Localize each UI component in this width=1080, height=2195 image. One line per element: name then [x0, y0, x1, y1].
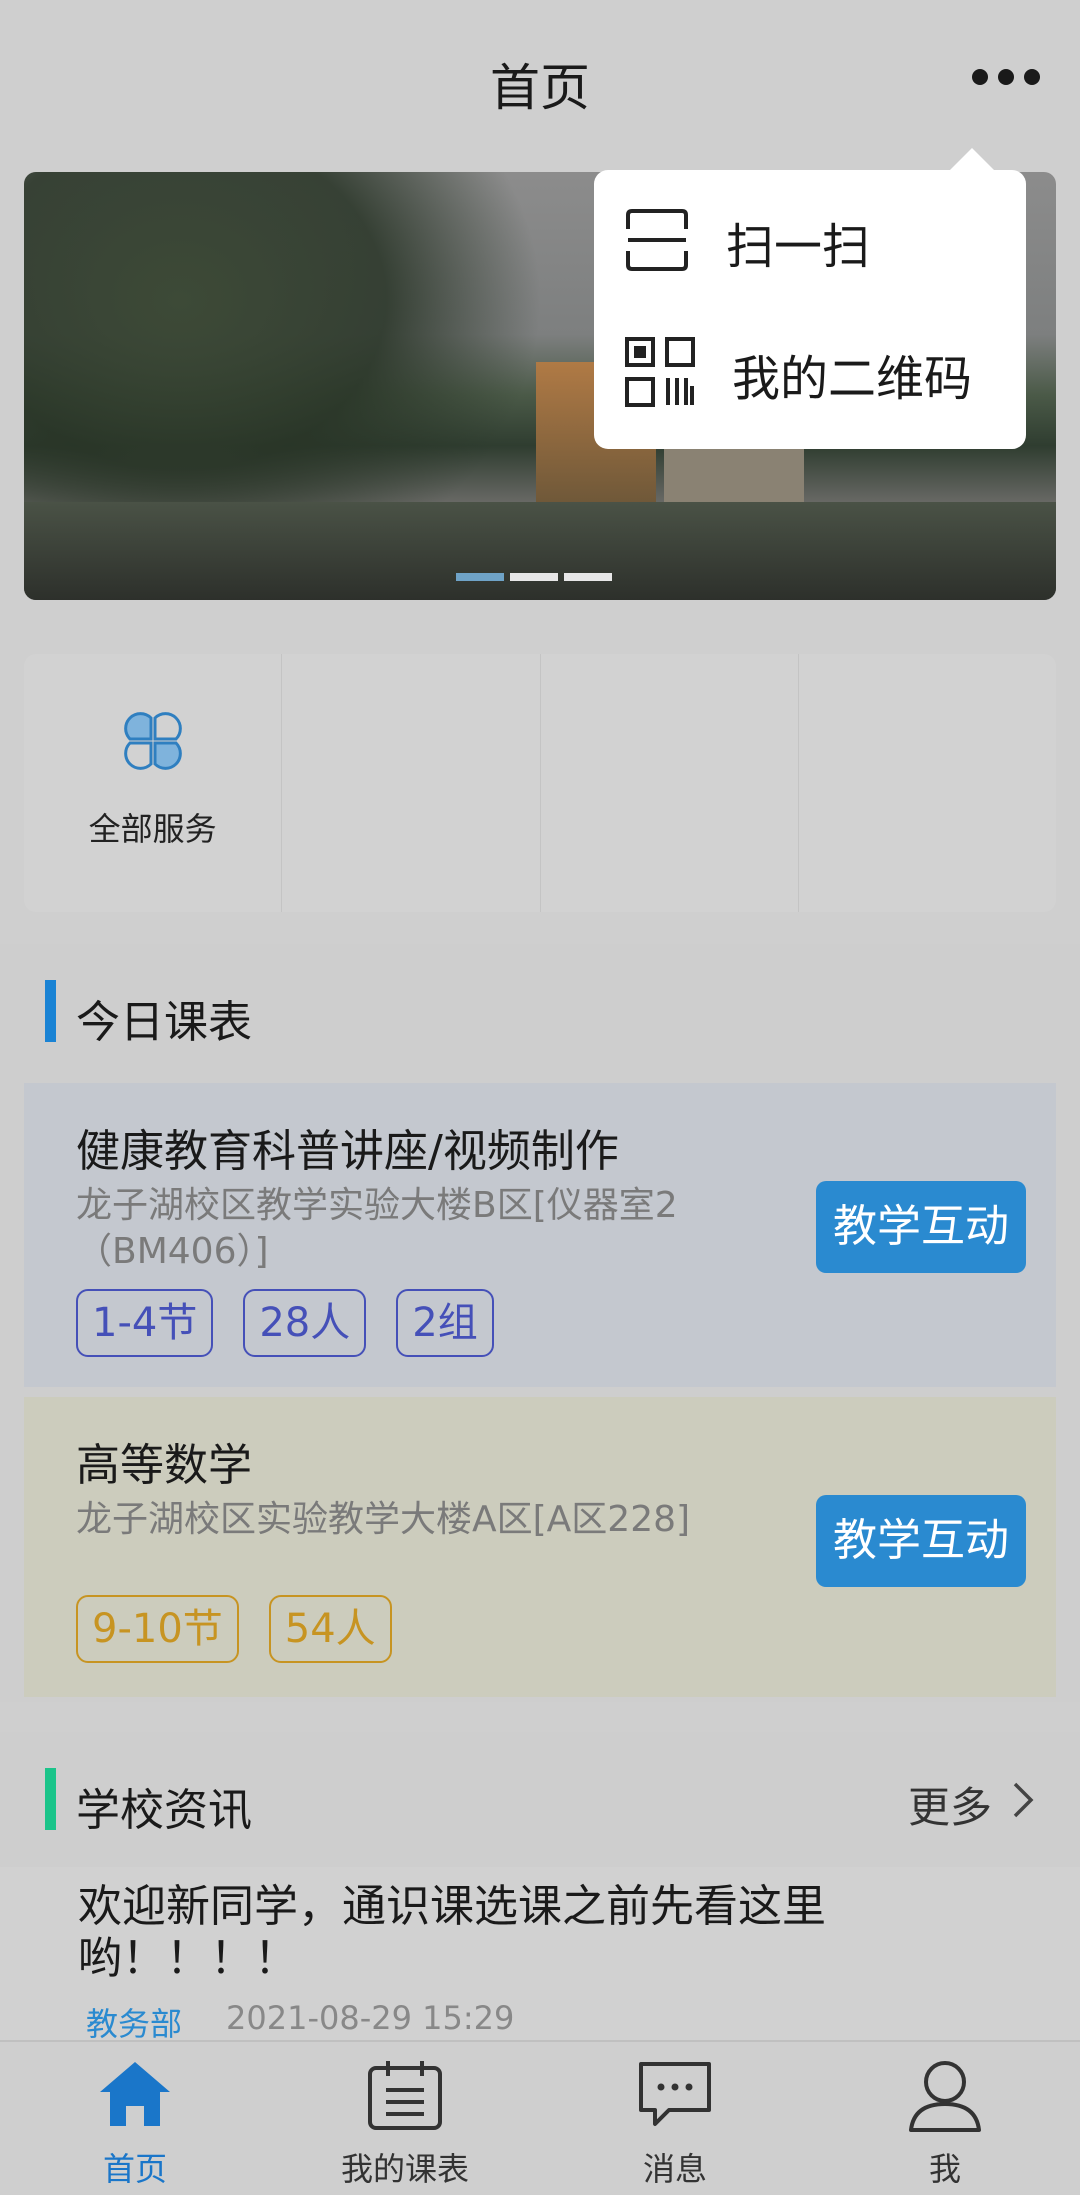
carousel-dot-2[interactable]	[510, 573, 558, 581]
news-more-link[interactable]: 更多	[908, 1774, 1034, 1835]
course-name: 高等数学	[76, 1440, 252, 1491]
tab-home[interactable]: 首页	[0, 2042, 270, 2195]
course-students-tag: 28人	[243, 1289, 367, 1357]
menu-item-scan-label: 扫一扫	[726, 219, 871, 275]
school-news-header: 学校资讯 更多	[0, 1768, 1080, 1838]
course-location: 龙子湖校区教学实验大楼B区[仪器室2（BM406）]	[76, 1185, 678, 1272]
banner-lake	[24, 502, 1056, 600]
today-schedule-header: 今日课表	[0, 980, 1080, 1050]
top-bar: 首页	[0, 0, 1080, 160]
news-source: 教务部	[86, 2005, 183, 2043]
menu-item-scan[interactable]: 扫一扫	[624, 197, 1004, 287]
course-card[interactable]: 健康教育科普讲座/视频制作 龙子湖校区教学实验大楼B区[仪器室2（BM406）]…	[24, 1083, 1056, 1387]
news-item[interactable]: 欢迎新同学，通识课选课之前先看这里哟！！！！ 教务部 2021-08-29 15…	[0, 1867, 1080, 2047]
service-all[interactable]: 全部服务	[24, 654, 283, 912]
section-accent-bar	[45, 980, 56, 1042]
teaching-interaction-button[interactable]: 教学互动	[816, 1181, 1026, 1273]
news-more-label: 更多	[907, 1783, 992, 1832]
tab-messages[interactable]: 消息	[540, 2042, 810, 2195]
course-tags: 1-4节 28人 2组	[76, 1289, 494, 1357]
news-time: 2021-08-29 15:29	[226, 1999, 515, 2037]
clover-icon	[116, 704, 190, 782]
section-accent-bar	[45, 1768, 56, 1830]
news-headline: 欢迎新同学，通识课选课之前先看这里哟！！！！	[78, 1881, 826, 1984]
tab-home-label: 首页	[102, 2150, 167, 2188]
user-icon	[906, 2058, 984, 2138]
chevron-right-icon	[1012, 1780, 1034, 1829]
school-news-title: 学校资讯	[76, 1785, 252, 1836]
course-students-tag: 54人	[268, 1595, 392, 1663]
qr-code-icon	[624, 336, 696, 412]
service-empty-slot	[541, 654, 799, 912]
teaching-interaction-button[interactable]: 教学互动	[816, 1495, 1026, 1587]
page-title: 首页	[490, 59, 590, 117]
carousel-dot-3[interactable]	[564, 573, 612, 581]
popup-arrow	[950, 148, 994, 170]
course-period-tag: 1-4节	[76, 1289, 214, 1357]
service-empty-slot	[799, 654, 1056, 912]
today-schedule-title: 今日课表	[76, 997, 252, 1048]
course-card[interactable]: 高等数学 龙子湖校区实验教学大楼A区[A区228] 9-10节 54人 教学互动	[24, 1397, 1056, 1697]
tab-my-schedule-label: 我的课表	[340, 2150, 469, 2188]
tab-me-label: 我	[928, 2150, 961, 2188]
bottom-tab-bar: 首页 我的课表 消息 我	[0, 2040, 1080, 2195]
course-name: 健康教育科普讲座/视频制作	[76, 1126, 619, 1177]
course-period-tag: 9-10节	[76, 1595, 239, 1663]
scan-icon	[624, 207, 690, 277]
menu-item-my-qrcode-label: 我的二维码	[732, 351, 973, 407]
school-news-section: 学校资讯 更多 欢迎新同学，通识课选课之前先看这里哟！！！！ 教务部 2021-…	[0, 1732, 1080, 2047]
menu-item-my-qrcode[interactable]: 我的二维码	[624, 329, 1004, 419]
course-location: 龙子湖校区实验教学大楼A区[A区228]	[76, 1499, 691, 1540]
more-menu-icon[interactable]	[972, 64, 1040, 90]
service-empty-slot	[282, 654, 541, 912]
services-grid: 全部服务	[24, 654, 1056, 912]
calendar-icon	[366, 2058, 444, 2136]
message-icon	[635, 2058, 715, 2134]
tab-messages-label: 消息	[642, 2150, 707, 2188]
course-group-tag: 2组	[396, 1289, 494, 1357]
carousel-dot-1[interactable]	[456, 573, 504, 581]
tab-me[interactable]: 我	[810, 2042, 1080, 2195]
course-tags: 9-10节 54人	[76, 1595, 392, 1663]
carousel-indicator	[456, 573, 612, 581]
tab-my-schedule[interactable]: 我的课表	[270, 2042, 540, 2195]
home-icon	[96, 2058, 174, 2134]
news-meta: 教务部 2021-08-29 15:29	[86, 1999, 514, 2045]
service-all-label: 全部服务	[88, 810, 217, 848]
